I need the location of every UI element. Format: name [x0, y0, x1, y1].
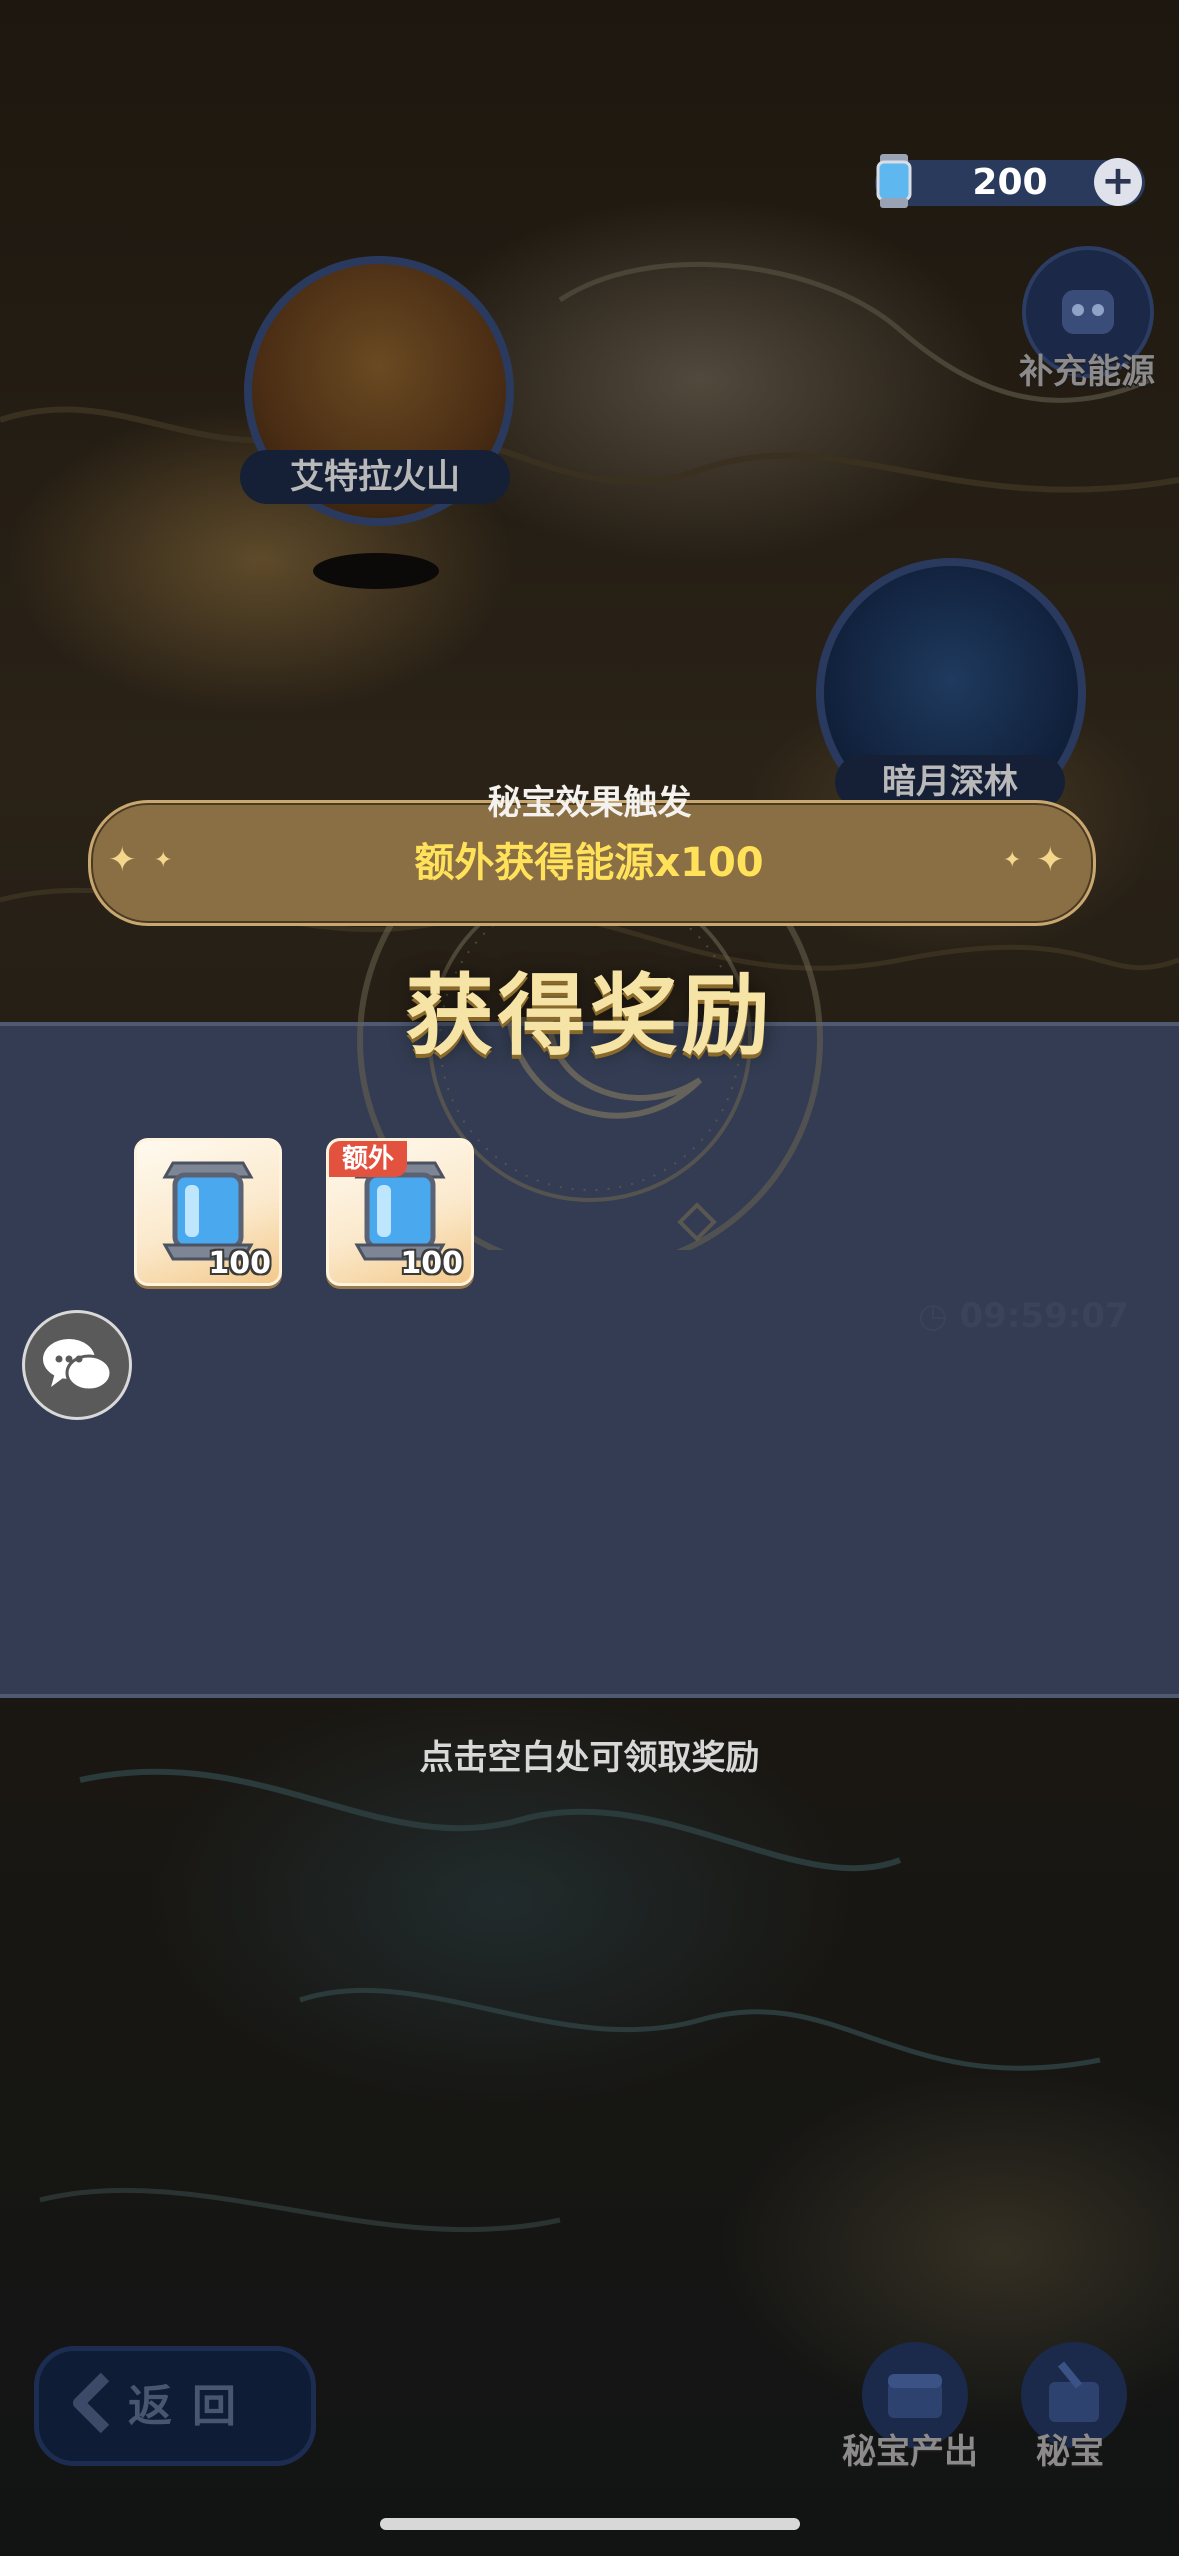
- refill-energy-label: 补充能源: [1019, 352, 1155, 392]
- reward-item-extra[interactable]: 额外 100: [326, 1138, 474, 1286]
- add-energy-button[interactable]: +: [1094, 158, 1142, 206]
- home-indicator[interactable]: [380, 2518, 800, 2530]
- sparkle-icon: ✦: [1036, 840, 1065, 880]
- energy-canister-icon: [876, 154, 912, 208]
- chat-button[interactable]: [22, 1310, 132, 1420]
- treasure-output-label: 秘宝产出: [842, 2432, 978, 2472]
- reward-quantity: 100: [208, 1246, 271, 1281]
- reward-quantity: 100: [400, 1246, 463, 1281]
- countdown-value: 09:59:07: [959, 1296, 1129, 1336]
- chat-bubbles-icon: [43, 1339, 113, 1392]
- back-arrow-icon: [73, 2372, 110, 2434]
- treasure-label: 秘宝: [1036, 2432, 1104, 2472]
- sparkle-icon: ✦: [1003, 848, 1022, 873]
- reward-item[interactable]: 100: [134, 1138, 282, 1286]
- countdown-timer: ◷ 09:59:07: [918, 1296, 1129, 1336]
- claim-hint: 点击空白处可领取奖励: [419, 1738, 760, 1778]
- map-node-volcano-label: 艾特拉火山: [240, 450, 510, 504]
- map-node-shadow: [313, 553, 439, 589]
- reward-title: 获得奖励: [405, 964, 774, 1067]
- energy-value: 200: [972, 162, 1048, 203]
- back-label: 返回: [128, 2381, 256, 2432]
- sparkle-icon: ✦: [108, 840, 137, 880]
- sparkle-icon: ✦: [154, 848, 173, 873]
- extra-badge: 额外: [329, 1141, 407, 1177]
- banner-title: 秘宝效果触发: [487, 783, 692, 823]
